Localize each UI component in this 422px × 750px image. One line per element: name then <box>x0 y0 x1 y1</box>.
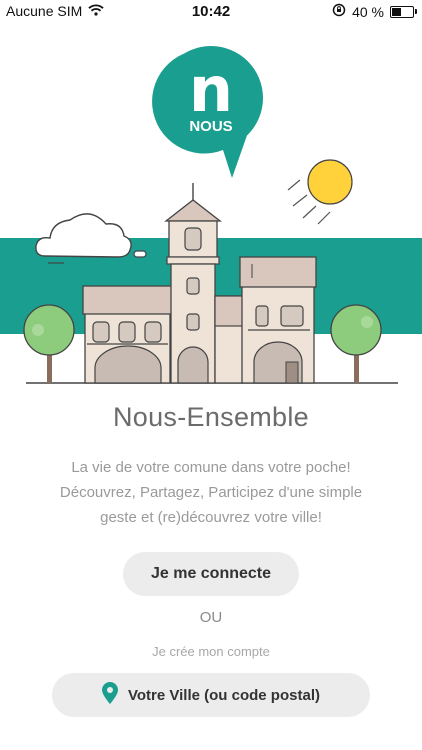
create-account-link[interactable]: Je crée mon compte <box>0 644 422 659</box>
building-annex <box>214 295 244 384</box>
tower <box>164 183 222 384</box>
tagline-line: La vie de votre comune dans votre poche! <box>71 459 351 476</box>
status-bar: Aucune SIM 10:42 40 % <box>0 0 422 22</box>
building-right <box>239 256 317 384</box>
hero-illustration: n NOUS <box>0 46 422 384</box>
tree-right <box>330 304 382 383</box>
battery-fill <box>392 7 401 16</box>
logo: n NOUS <box>152 46 263 179</box>
city-button-label: Votre Ville (ou code postal) <box>128 686 320 704</box>
tagline-line: geste et (re)découvrez votre ville! <box>100 509 322 526</box>
tagline: La vie de votre comune dans votre poche!… <box>50 455 372 530</box>
logo-word: NOUS <box>189 118 232 135</box>
building-left <box>82 285 173 384</box>
connect-button[interactable]: Je me connecte <box>123 552 299 596</box>
app-title: Nous-Ensemble <box>113 402 309 432</box>
sun-icon <box>287 159 353 225</box>
battery-percent: 40 % <box>352 3 384 20</box>
tagline-line: Découvrez, Partagez, Participez d'une si… <box>59 484 363 501</box>
location-pin-icon <box>102 682 118 708</box>
logo-letter: n <box>189 53 233 126</box>
rotation-lock-icon <box>332 3 346 20</box>
battery-icon <box>390 5 417 18</box>
status-right: 40 % <box>332 3 417 20</box>
or-separator: OU <box>199 609 223 626</box>
city-search-button[interactable]: Votre Ville (ou code postal) <box>52 673 370 717</box>
tree-left <box>23 304 75 383</box>
